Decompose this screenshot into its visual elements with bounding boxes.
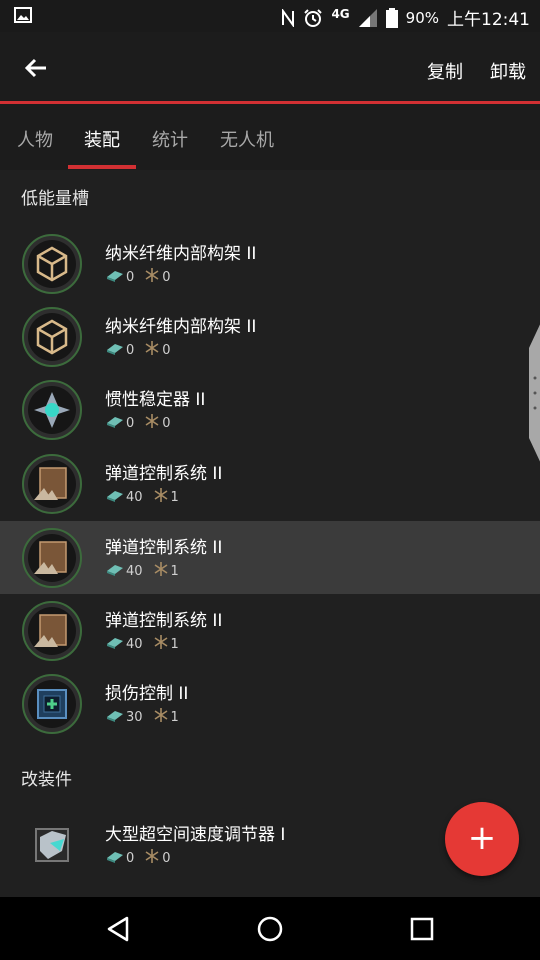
powergrid-icon <box>144 340 160 360</box>
system-nav-bar <box>0 897 540 960</box>
cpu-value: 40 <box>126 563 143 579</box>
powergrid-value: 1 <box>170 709 179 725</box>
cpu-icon <box>106 708 124 726</box>
ballistic-control-icon <box>22 528 82 588</box>
powergrid-icon <box>144 848 160 868</box>
powergrid-icon <box>153 487 169 507</box>
list-item[interactable]: 损伤控制 II 30 1 <box>0 667 540 740</box>
list-item[interactable]: 弹道控制系统 II 40 1 <box>0 447 540 520</box>
app-bar: 复制 卸载 <box>0 32 540 102</box>
module-name: 弹道控制系统 II <box>105 464 223 484</box>
powergrid-value: 0 <box>162 415 171 431</box>
cpu-icon <box>106 268 124 286</box>
plus-icon: + <box>467 818 497 858</box>
damage-control-icon <box>22 674 82 734</box>
network-type: 4G <box>331 6 350 21</box>
unload-button[interactable]: 卸载 <box>490 58 526 84</box>
cpu-value: 40 <box>126 636 143 652</box>
list-item[interactable]: 纳米纤维内部构架 II 0 0 <box>0 300 540 373</box>
nav-home-icon[interactable] <box>252 911 288 947</box>
powergrid-value: 0 <box>162 269 171 285</box>
tab-character[interactable]: 人物 <box>17 126 53 152</box>
ballistic-control-icon <box>22 601 82 661</box>
cpu-value: 0 <box>126 342 135 358</box>
status-bar: 4G 90% 上午12:41 <box>0 0 540 32</box>
copy-button[interactable]: 复制 <box>427 58 463 84</box>
cpu-value: 0 <box>126 269 135 285</box>
powergrid-value: 0 <box>162 850 171 866</box>
powergrid-value: 1 <box>170 489 179 505</box>
cpu-icon <box>106 414 124 432</box>
list-item[interactable]: 弹道控制系统 II 40 1 <box>0 594 540 667</box>
cpu-icon <box>106 341 124 359</box>
tab-drones[interactable]: 无人机 <box>220 126 274 152</box>
powergrid-icon <box>144 413 160 433</box>
powergrid-icon <box>144 267 160 287</box>
fitting-list[interactable]: 低能量槽 纳米纤维内部构架 II 0 0 纳米纤维内部构架 II 0 0 惯性稳… <box>0 170 540 897</box>
powergrid-value: 1 <box>170 636 179 652</box>
alarm-icon <box>303 8 323 28</box>
tab-fitting[interactable]: 装配 <box>84 126 120 152</box>
add-module-button[interactable]: + <box>445 802 519 876</box>
cpu-icon <box>106 562 124 580</box>
nav-back-icon[interactable] <box>100 911 136 947</box>
nanofiber-structure-icon <box>22 234 82 294</box>
cpu-icon <box>106 849 124 867</box>
powergrid-value: 0 <box>162 342 171 358</box>
module-name: 损伤控制 II <box>105 684 189 704</box>
cpu-icon <box>106 635 124 653</box>
gallery-notification-icon <box>14 7 32 27</box>
powergrid-icon <box>153 634 169 654</box>
cpu-value: 30 <box>126 709 143 725</box>
list-item[interactable]: 惯性稳定器 II 0 0 <box>0 373 540 446</box>
list-item[interactable]: 纳米纤维内部构架 II 0 0 <box>0 227 540 300</box>
list-item-selected[interactable]: 弹道控制系统 II 40 1 <box>0 521 540 594</box>
hyperspatial-rig-icon <box>22 815 82 875</box>
clock: 上午12:41 <box>447 10 530 30</box>
battery-percent: 90% <box>405 8 439 27</box>
powergrid-icon <box>153 561 169 581</box>
ballistic-control-icon <box>22 454 82 514</box>
back-arrow-icon[interactable] <box>20 52 52 84</box>
section-title-low-slots: 低能量槽 <box>21 189 89 209</box>
nav-recents-icon[interactable] <box>404 911 440 947</box>
module-name: 纳米纤维内部构架 II <box>105 317 257 337</box>
powergrid-value: 1 <box>170 563 179 579</box>
module-name: 惯性稳定器 II <box>105 390 206 410</box>
powergrid-icon <box>153 707 169 727</box>
battery-icon <box>385 7 398 28</box>
active-tab-indicator <box>68 165 136 169</box>
tab-stats[interactable]: 统计 <box>152 126 188 152</box>
cpu-value: 40 <box>126 489 143 505</box>
cpu-value: 0 <box>126 415 135 431</box>
drawer-handle[interactable] <box>529 318 540 468</box>
module-name: 大型超空间速度调节器 I <box>105 825 286 845</box>
nfc-icon <box>281 8 295 27</box>
inertial-stabilizer-icon <box>22 380 82 440</box>
cpu-value: 0 <box>126 850 135 866</box>
cpu-icon <box>106 488 124 506</box>
section-title-rigs: 改装件 <box>21 770 72 790</box>
nanofiber-structure-icon <box>22 307 82 367</box>
tab-bar: 人物 装配 统计 无人机 <box>0 104 540 170</box>
signal-icon <box>358 8 378 28</box>
module-name: 弹道控制系统 II <box>105 538 223 558</box>
module-name: 纳米纤维内部构架 II <box>105 244 257 264</box>
module-name: 弹道控制系统 II <box>105 611 223 631</box>
